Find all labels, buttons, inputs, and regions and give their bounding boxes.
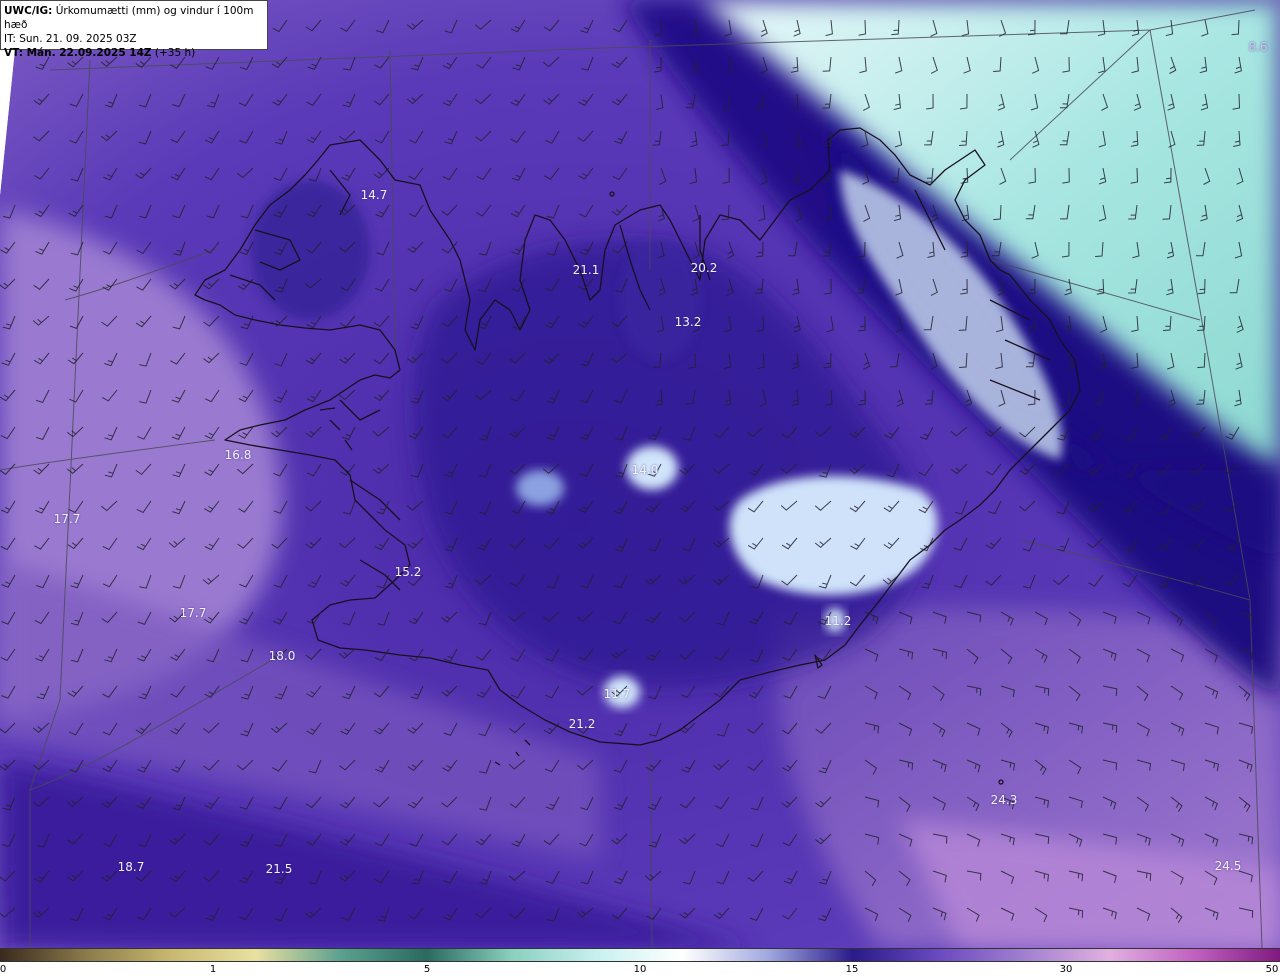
forecast-map-view: UWC/IG: Úrkomumætti (mm) og vindur í 100… <box>0 0 1280 978</box>
map-value-label: 13.2 <box>674 315 702 329</box>
map-value-label: 17.7 <box>179 606 207 620</box>
map-value-label: 17.7 <box>53 512 81 526</box>
color-scale-tick-label: 0 <box>0 964 7 975</box>
map-value-label: 18.7 <box>117 860 145 874</box>
title-line: UWC/IG: Úrkomumætti (mm) og vindur í 100… <box>4 4 264 32</box>
map-value-label: 11.7 <box>603 687 631 701</box>
lead-time: (+35 h) <box>154 47 196 59</box>
map-value-label: 20.2 <box>690 261 718 275</box>
valid-time: VT: Mán. 22.09.2025 14Z <box>4 47 152 59</box>
map-value-label: 8.6 <box>1248 40 1268 54</box>
map-value-label: 24.5 <box>1214 859 1242 873</box>
color-scale-tick-label: 1 <box>209 964 217 975</box>
color-scale-tick-label: 10 <box>633 964 647 975</box>
product-code: UWC/IG: <box>4 5 53 17</box>
map-info-box: UWC/IG: Úrkomumætti (mm) og vindur í 100… <box>0 0 268 59</box>
map-value-label: 21.1 <box>572 263 600 277</box>
map-value-label: 21.5 <box>265 862 293 876</box>
map-value-label: 18.0 <box>268 649 296 663</box>
map-value-label: 21.2 <box>568 717 596 731</box>
color-scale-tick-label: 30 <box>1059 964 1073 975</box>
map-value-label: 14.0 <box>631 463 659 477</box>
map-value-label: 15.2 <box>394 565 422 579</box>
map-value-label: 11.2 <box>824 614 852 628</box>
valid-time-line: VT: Mán. 22.09.2025 14Z (+35 h) <box>4 46 264 60</box>
map-value-label: 24.3 <box>990 793 1018 807</box>
color-scale-tick-label: 50 <box>1265 964 1279 975</box>
map-value-label: 14.7 <box>360 188 388 202</box>
color-scale-legend: 0 1 5 10 15 30 50 <box>0 948 1280 978</box>
issue-time: IT: Sun. 21. 09. 2025 03Z <box>4 33 137 45</box>
color-scale-tick-label: 5 <box>423 964 431 975</box>
map-value-label: 16.8 <box>224 448 252 462</box>
color-scale-tick-label: 15 <box>845 964 859 975</box>
color-scale-bar <box>0 948 1280 962</box>
